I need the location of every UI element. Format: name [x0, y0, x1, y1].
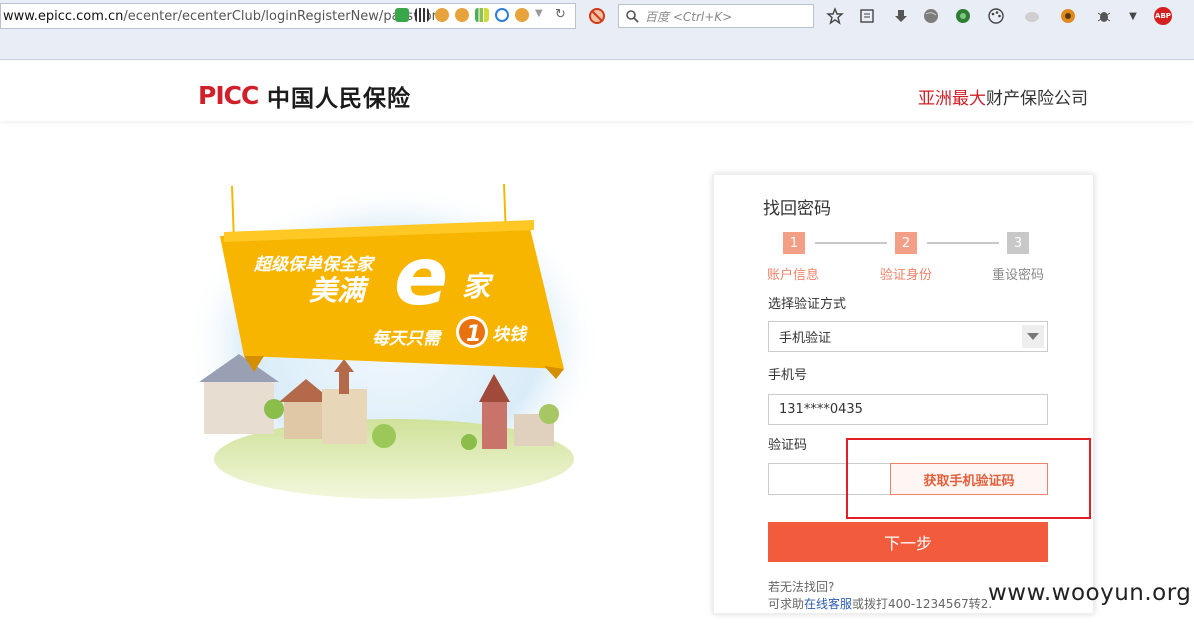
java-icon [515, 8, 529, 22]
verify-method-select[interactable]: 手机验证 [768, 321, 1048, 352]
slogan-highlight: 亚洲最大 [918, 89, 986, 109]
url-host: www.epicc.com.cn [3, 8, 124, 24]
online-service-link[interactable]: 在线客服 [804, 597, 852, 611]
step-1-label: 账户信息 [767, 268, 820, 283]
adblock-icon[interactable]: ABP [1154, 7, 1172, 25]
step-connector [815, 242, 887, 244]
step-3-label: 重设密码 [992, 268, 1045, 283]
slogan-rest: 财产保险公司 [986, 89, 1088, 109]
dropdown-arrow-icon[interactable]: ▼ [535, 8, 549, 22]
step-connector [927, 242, 999, 244]
banner-big-letter: e [394, 230, 448, 323]
bug-icon[interactable] [1094, 6, 1114, 26]
address-bar[interactable]: www.epicc.com.cn/ecenter/ecenterClub/log… [0, 3, 576, 29]
chevron-down-icon[interactable] [1022, 325, 1044, 348]
next-step-button[interactable]: 下一步 [768, 522, 1048, 562]
annotation-highlight-box [846, 438, 1091, 519]
watermark: www.wooyun.org [988, 580, 1192, 606]
shield-check-icon[interactable] [395, 8, 409, 22]
help-text: 可求助在线客服或拨打400-1234567转2. [768, 595, 992, 612]
reload-icon[interactable]: ↻ [555, 8, 569, 22]
palette-icon[interactable] [986, 6, 1006, 26]
extension-gray-icon[interactable] [1022, 6, 1042, 26]
security-shield-icon[interactable] [953, 6, 973, 26]
help-suffix: 或拨打400-1234567转2. [852, 597, 993, 611]
step-1-number: 1 [783, 232, 805, 254]
verify-method-value: 手机验证 [779, 331, 832, 346]
phone-label: 手机号 [768, 368, 808, 383]
code-label: 验证码 [768, 438, 808, 453]
help-question: 若无法找回? [768, 580, 835, 594]
block-site-icon[interactable] [588, 7, 606, 25]
wave-icon [495, 8, 509, 22]
phone-field[interactable]: 131****0435 [768, 394, 1048, 425]
step-3-number: 3 [1007, 232, 1029, 254]
panel-title: 找回密码 [763, 199, 831, 219]
reading-list-icon[interactable] [857, 6, 877, 26]
logo-text-en[interactable]: PICC [198, 81, 259, 110]
banner-line1: 超级保单保全家 [253, 255, 376, 275]
qr-code-icon[interactable] [415, 8, 429, 22]
logo-text-cn[interactable]: 中国人民保险 [267, 79, 411, 113]
step-2-number: 2 [895, 232, 917, 254]
search-box[interactable]: 百度 <Ctrl+K> [618, 4, 814, 28]
java-icon [455, 8, 469, 22]
header-slogan: 亚洲最大财产保险公司 [918, 84, 1088, 109]
method-label: 选择验证方式 [768, 297, 847, 312]
banner-line2: 美满 [309, 274, 370, 307]
java-icon [435, 8, 449, 22]
download-icon[interactable] [891, 6, 911, 26]
promo-banner-image: 超级保单保全家 美满 e 家 每天只需 1 块钱 [184, 183, 604, 504]
menu-dropdown-icon[interactable]: ▼ [1123, 6, 1143, 26]
banner-line3-suffix: 块钱 [492, 325, 528, 345]
globe-icon[interactable] [922, 6, 942, 26]
step-2-label: 验证身份 [880, 268, 933, 283]
bookmark-star-icon[interactable] [825, 6, 845, 26]
help-prefix: 可求助 [768, 597, 805, 611]
search-placeholder: 百度 <Ctrl+K> [645, 9, 733, 24]
banner-line3-prefix: 每天只需 [372, 329, 443, 349]
signal-bars-icon [475, 8, 489, 22]
browser-toolbar: www.epicc.com.cn/ecenter/ecenterClub/log… [0, 0, 1194, 60]
address-bar-icons: ▼ ↻ [395, 8, 569, 22]
extension-orange-icon[interactable] [1058, 6, 1078, 26]
search-icon [626, 10, 639, 23]
banner-line3-number: 1 [466, 322, 481, 347]
banner-line2-suffix: 家 [462, 270, 494, 303]
